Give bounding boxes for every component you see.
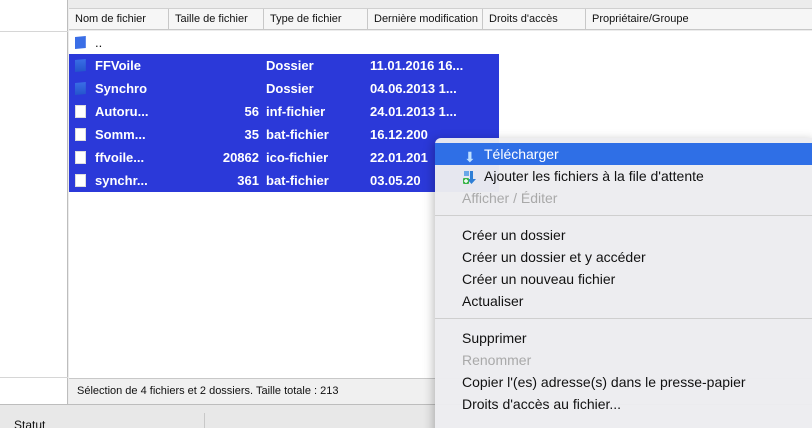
file-type: bat-fichier	[266, 127, 329, 142]
menu-item-download[interactable]: ⬇ Télécharger	[435, 143, 812, 165]
file-modified: 03.05.20	[370, 173, 421, 188]
menu-item-copy-url[interactable]: Copier l'(es) adresse(s) dans le presse-…	[435, 371, 812, 393]
file-size: 20862	[222, 150, 259, 165]
file-row-parent[interactable]: ..	[69, 31, 812, 54]
context-menu: ⬇ Télécharger Ajouter les fichiers à la …	[435, 138, 812, 428]
folder-icon	[75, 82, 86, 95]
menu-item-add-to-queue[interactable]: Ajouter les fichiers à la file d'attente	[435, 165, 812, 187]
file-size: 361	[237, 173, 259, 188]
file-icon	[75, 151, 86, 164]
file-name: Autoru...	[95, 104, 149, 119]
tree-divider	[0, 31, 68, 32]
menu-item-refresh[interactable]: Actualiser	[435, 290, 812, 312]
menu-separator	[435, 318, 812, 319]
queue-add-icon	[463, 171, 476, 184]
file-name: synchr...	[95, 173, 148, 188]
column-header-permissions[interactable]: Droits d'accès	[483, 9, 586, 29]
column-header-size[interactable]: Taille de fichier	[169, 9, 264, 29]
menu-item-rename: Renommer	[462, 352, 532, 368]
file-row[interactable]: Synchro Dossier 04.06.2013 1...	[69, 77, 812, 100]
menu-item-view-edit: Afficher / Éditer	[462, 190, 558, 206]
file-modified: 22.01.201	[370, 150, 428, 165]
file-icon	[75, 105, 86, 118]
file-size: 35	[244, 127, 259, 142]
file-row[interactable]: Autoru... 56 inf-fichier 24.01.2013 1...	[69, 100, 812, 123]
menu-separator	[435, 215, 812, 216]
menu-item-create-file[interactable]: Créer un nouveau fichier	[435, 268, 812, 290]
parent-folder-icon	[75, 36, 86, 49]
column-header-owner[interactable]: Propriétaire/Groupe	[586, 9, 812, 29]
file-name: FFVoile	[95, 58, 141, 73]
column-header-name[interactable]: Nom de fichier	[69, 9, 169, 29]
menu-item-create-directory[interactable]: Créer un dossier	[435, 224, 812, 246]
file-type: Dossier	[266, 58, 314, 73]
column-header-type[interactable]: Type de fichier	[264, 9, 368, 29]
file-type: inf-fichier	[266, 104, 326, 119]
directory-tree-pane[interactable]	[0, 0, 68, 404]
menu-item-delete[interactable]: Supprimer	[435, 327, 812, 349]
file-name: ffvoile...	[95, 150, 145, 165]
file-icon	[75, 128, 86, 141]
column-header-modified[interactable]: Dernière modification	[368, 9, 483, 29]
file-type: bat-fichier	[266, 173, 329, 188]
tree-divider	[0, 377, 68, 378]
menu-item-create-directory-enter[interactable]: Créer un dossier et y accéder	[435, 246, 812, 268]
file-type: ico-fichier	[266, 150, 329, 165]
file-name: Somm...	[95, 127, 146, 142]
file-name: Synchro	[95, 81, 148, 96]
file-icon	[75, 174, 86, 187]
file-name: ..	[95, 35, 103, 50]
folder-icon	[75, 59, 86, 72]
file-modified: 24.01.2013 1...	[370, 104, 457, 119]
file-modified: 16.12.200	[370, 127, 428, 142]
file-row[interactable]: FFVoile Dossier 11.01.2016 16...	[69, 54, 812, 77]
file-modified: 11.01.2016 16...	[370, 58, 464, 73]
file-list-header: Nom de fichier Taille de fichier Type de…	[69, 8, 812, 30]
menu-item-label: Télécharger	[484, 146, 559, 162]
file-type: Dossier	[266, 81, 314, 96]
menu-item-label: Ajouter les fichiers à la file d'attente	[484, 168, 704, 184]
file-modified: 04.06.2013 1...	[370, 81, 457, 96]
tab-status[interactable]: Statut	[14, 418, 45, 428]
divider	[204, 413, 205, 428]
menu-item-permissions[interactable]: Droits d'accès au fichier...	[435, 393, 812, 415]
file-size: 56	[244, 104, 259, 119]
